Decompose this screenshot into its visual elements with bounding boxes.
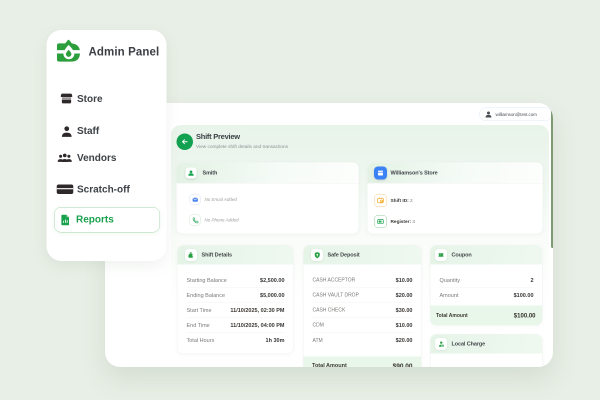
svg-text:$: $ (442, 345, 443, 347)
